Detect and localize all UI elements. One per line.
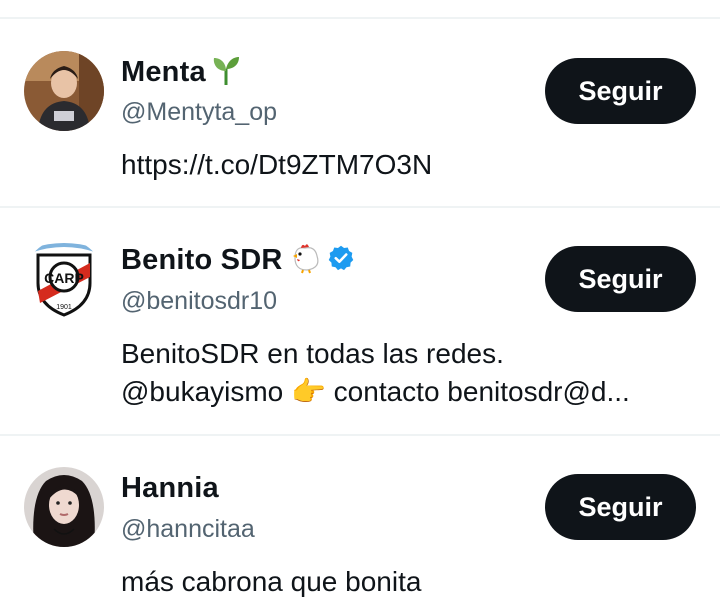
follow-button[interactable]: Seguir xyxy=(545,58,696,124)
chicken-icon xyxy=(289,242,323,279)
bio-line-2: @bukayismo 👉 contacto benitosdr@d... xyxy=(121,376,630,407)
avatar[interactable] xyxy=(24,467,104,547)
follow-button[interactable]: Seguir xyxy=(545,246,696,312)
display-name: Menta xyxy=(121,55,206,88)
verified-badge-icon xyxy=(327,244,355,277)
display-name: Hannia xyxy=(121,471,219,504)
seedling-icon xyxy=(212,55,240,90)
user-bio: BenitoSDR en todas las redes. @bukayismo… xyxy=(121,335,691,411)
user-bio: más cabrona que bonita xyxy=(121,563,691,601)
user-bio: https://t.co/Dt9ZTM7O3N xyxy=(121,146,691,184)
name-row: Hannia xyxy=(121,468,219,508)
who-to-follow-list: Menta @Mentyta_op https://t.co/Dt9ZTM7O3… xyxy=(0,0,720,612)
avatar-club-crest[interactable]: CARP 1901 xyxy=(24,239,104,319)
user-card-benito-sdr[interactable]: CARP 1901 Benito SDR @benitosdr10 Benito… xyxy=(0,208,720,434)
bio-line-1: BenitoSDR en todas las redes. xyxy=(121,338,504,369)
svg-text:1901: 1901 xyxy=(56,304,72,311)
user-handle: @Mentyta_op xyxy=(121,98,278,126)
follow-button[interactable]: Seguir xyxy=(545,474,696,540)
name-row: Menta xyxy=(121,52,240,92)
name-row: Benito SDR xyxy=(121,240,355,280)
user-card-menta[interactable]: Menta @Mentyta_op https://t.co/Dt9ZTM7O3… xyxy=(0,19,720,207)
user-handle: @benitosdr10 xyxy=(121,287,278,315)
bio-line-1: más cabrona que bonita xyxy=(121,566,422,597)
user-handle: @hanncitaa xyxy=(121,515,255,543)
bio-link[interactable]: https://t.co/Dt9ZTM7O3N xyxy=(121,146,691,184)
display-name: Benito SDR xyxy=(121,243,283,276)
svg-text:CARP: CARP xyxy=(44,270,84,286)
avatar[interactable] xyxy=(24,51,104,131)
user-card-hannia[interactable]: Hannia @hanncitaa más cabrona que bonita… xyxy=(0,436,720,612)
